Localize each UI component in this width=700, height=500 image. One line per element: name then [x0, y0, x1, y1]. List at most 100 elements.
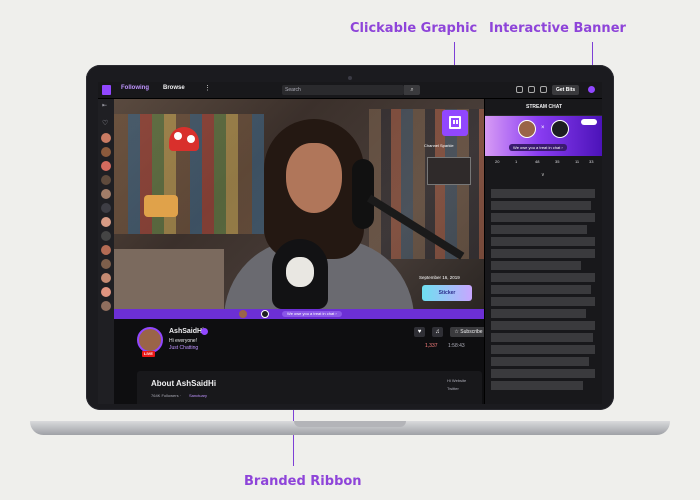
- mushroom-spot: [174, 132, 182, 140]
- channel-card-label: Channel Sparkle: [424, 143, 454, 148]
- interactive-banner[interactable]: × We owe you a treat in chat ›: [485, 116, 602, 156]
- video-player[interactable]: Channel Sparkle September 16, 2019 Stick…: [114, 99, 484, 309]
- verified-icon: [201, 328, 208, 335]
- get-bits-button[interactable]: Get Bits: [552, 85, 580, 95]
- notifications-icon[interactable]: [540, 86, 547, 93]
- chat-message: [491, 249, 595, 258]
- video-sticker: Sticker: [422, 285, 472, 301]
- stream-title: Hi everyone!: [169, 338, 198, 344]
- chat-message: [491, 201, 591, 210]
- followed-channel-avatar[interactable]: [101, 217, 111, 227]
- team-link[interactable]: Sanctuary: [189, 393, 207, 398]
- followed-channel-avatar[interactable]: [101, 245, 111, 255]
- chat-message: [491, 345, 595, 354]
- chat-message: [491, 309, 586, 318]
- clickable-graphic[interactable]: [442, 110, 468, 136]
- chat-message: [491, 189, 595, 198]
- banner-cta[interactable]: We owe you a treat in chat ›: [509, 144, 567, 151]
- chat-message: [491, 369, 595, 378]
- branded-ribbon[interactable]: We owe you a treat in chat ›: [114, 309, 484, 319]
- chat-message: [491, 381, 583, 390]
- followed-channel-avatar[interactable]: [101, 273, 111, 283]
- search-icon[interactable]: ⌕: [404, 85, 420, 95]
- webcam: [348, 76, 352, 80]
- followed-channel-avatar[interactable]: [101, 133, 111, 143]
- followed-channel-avatar[interactable]: [101, 231, 111, 241]
- heart-icon: ♡: [102, 120, 109, 127]
- stream-info: LIVE AshSaidHi Hi everyone! Just Chattin…: [114, 319, 492, 404]
- about-panel: About AshSaidHi 764K Followers · Sanctua…: [137, 371, 482, 404]
- followed-channel-avatar[interactable]: [101, 175, 111, 185]
- chat-message: [491, 225, 587, 234]
- laptop-notch: [294, 421, 406, 427]
- channel-avatar[interactable]: [137, 327, 163, 353]
- ribbon-brand-avatar: [261, 310, 269, 318]
- chevron-down-icon[interactable]: ∨: [541, 172, 545, 178]
- chat-message: [491, 273, 595, 282]
- followed-channel-avatar[interactable]: [101, 189, 111, 199]
- ribbon-streamer-avatar: [239, 310, 247, 318]
- search-input[interactable]: Search: [282, 85, 404, 95]
- chat-message: [491, 285, 591, 294]
- top-nav-bar: Following Browse ⋮ Search ⌕ Get Bits: [98, 82, 602, 99]
- stream-category[interactable]: Just Chatting: [169, 345, 198, 351]
- follow-heart-button[interactable]: ♥: [414, 327, 425, 337]
- website-link[interactable]: Hi Website: [447, 378, 466, 383]
- mushroom-spot: [187, 135, 195, 143]
- banner-streamer-avatar: [518, 120, 536, 138]
- chat-stat: 35: [555, 159, 560, 164]
- chat-message: [491, 357, 589, 366]
- twitch-logo-icon: [449, 116, 461, 129]
- inbox-icon[interactable]: [528, 86, 535, 93]
- ribbon-cta[interactable]: We owe you a treat in chat ›: [282, 311, 342, 317]
- followed-channel-avatar[interactable]: [101, 301, 111, 311]
- chat-stats-row: 20 1 48 35 11 33: [489, 159, 601, 171]
- banner-brand-avatar: [551, 120, 569, 138]
- followed-channel-avatar[interactable]: [101, 161, 111, 171]
- follower-count: 764K Followers ·: [151, 393, 182, 398]
- desk: [114, 249, 224, 309]
- callout-branded-ribbon: Branded Ribbon: [244, 474, 362, 489]
- cat-face: [286, 257, 314, 287]
- chat-stat: 1: [515, 159, 518, 164]
- twitch-logo-icon[interactable]: [102, 85, 111, 95]
- chat-message: [491, 237, 595, 246]
- callout-clickable-graphic: Clickable Graphic: [350, 21, 478, 36]
- live-badge: LIVE: [142, 351, 155, 357]
- callout-interactive-banner: Interactive Banner: [489, 21, 626, 36]
- collapse-sidebar-icon[interactable]: ⇤: [102, 102, 107, 109]
- bell-icon[interactable]: ♫: [432, 327, 443, 337]
- chat-header: STREAM CHAT: [485, 99, 602, 116]
- nav-browse[interactable]: Browse: [163, 85, 185, 91]
- chat-message: [491, 321, 595, 330]
- chat-message: [491, 297, 595, 306]
- followed-channel-avatar[interactable]: [101, 259, 111, 269]
- followed-channel-avatar[interactable]: [101, 287, 111, 297]
- banner-close-button[interactable]: [581, 119, 597, 125]
- streamer-face: [286, 143, 342, 213]
- viewer-count: 1,337: [425, 343, 438, 349]
- stream-uptime: 1:58:43: [448, 343, 465, 349]
- chat-stat: 20: [495, 159, 500, 164]
- crown-icon[interactable]: [516, 86, 523, 93]
- user-menu-avatar[interactable]: [588, 86, 595, 93]
- chat-stat: 11: [575, 159, 580, 164]
- followed-channel-avatar[interactable]: [101, 203, 111, 213]
- followed-channel-avatar[interactable]: [101, 147, 111, 157]
- banner-x: ×: [541, 125, 545, 131]
- channel-name[interactable]: AshSaidHi: [169, 328, 204, 335]
- stream-chat: STREAM CHAT × We owe you a treat in chat…: [484, 99, 602, 404]
- twitter-link[interactable]: Twitter: [447, 386, 459, 391]
- more-icon[interactable]: ⋮: [204, 84, 211, 92]
- chat-stat: 48: [535, 159, 540, 164]
- chat-message: [491, 213, 595, 222]
- chat-message: [491, 333, 593, 342]
- left-sidebar: ⇤ ♡: [98, 99, 114, 404]
- chat-stat: 33: [589, 159, 594, 164]
- toy-car: [144, 195, 178, 217]
- channel-card: [427, 157, 471, 185]
- nav-following[interactable]: Following: [121, 85, 149, 91]
- chat-message: [491, 261, 581, 270]
- laptop-screen: Following Browse ⋮ Search ⌕ Get Bits ⇤ ♡: [98, 82, 602, 404]
- about-title: About AshSaidHi: [151, 379, 217, 388]
